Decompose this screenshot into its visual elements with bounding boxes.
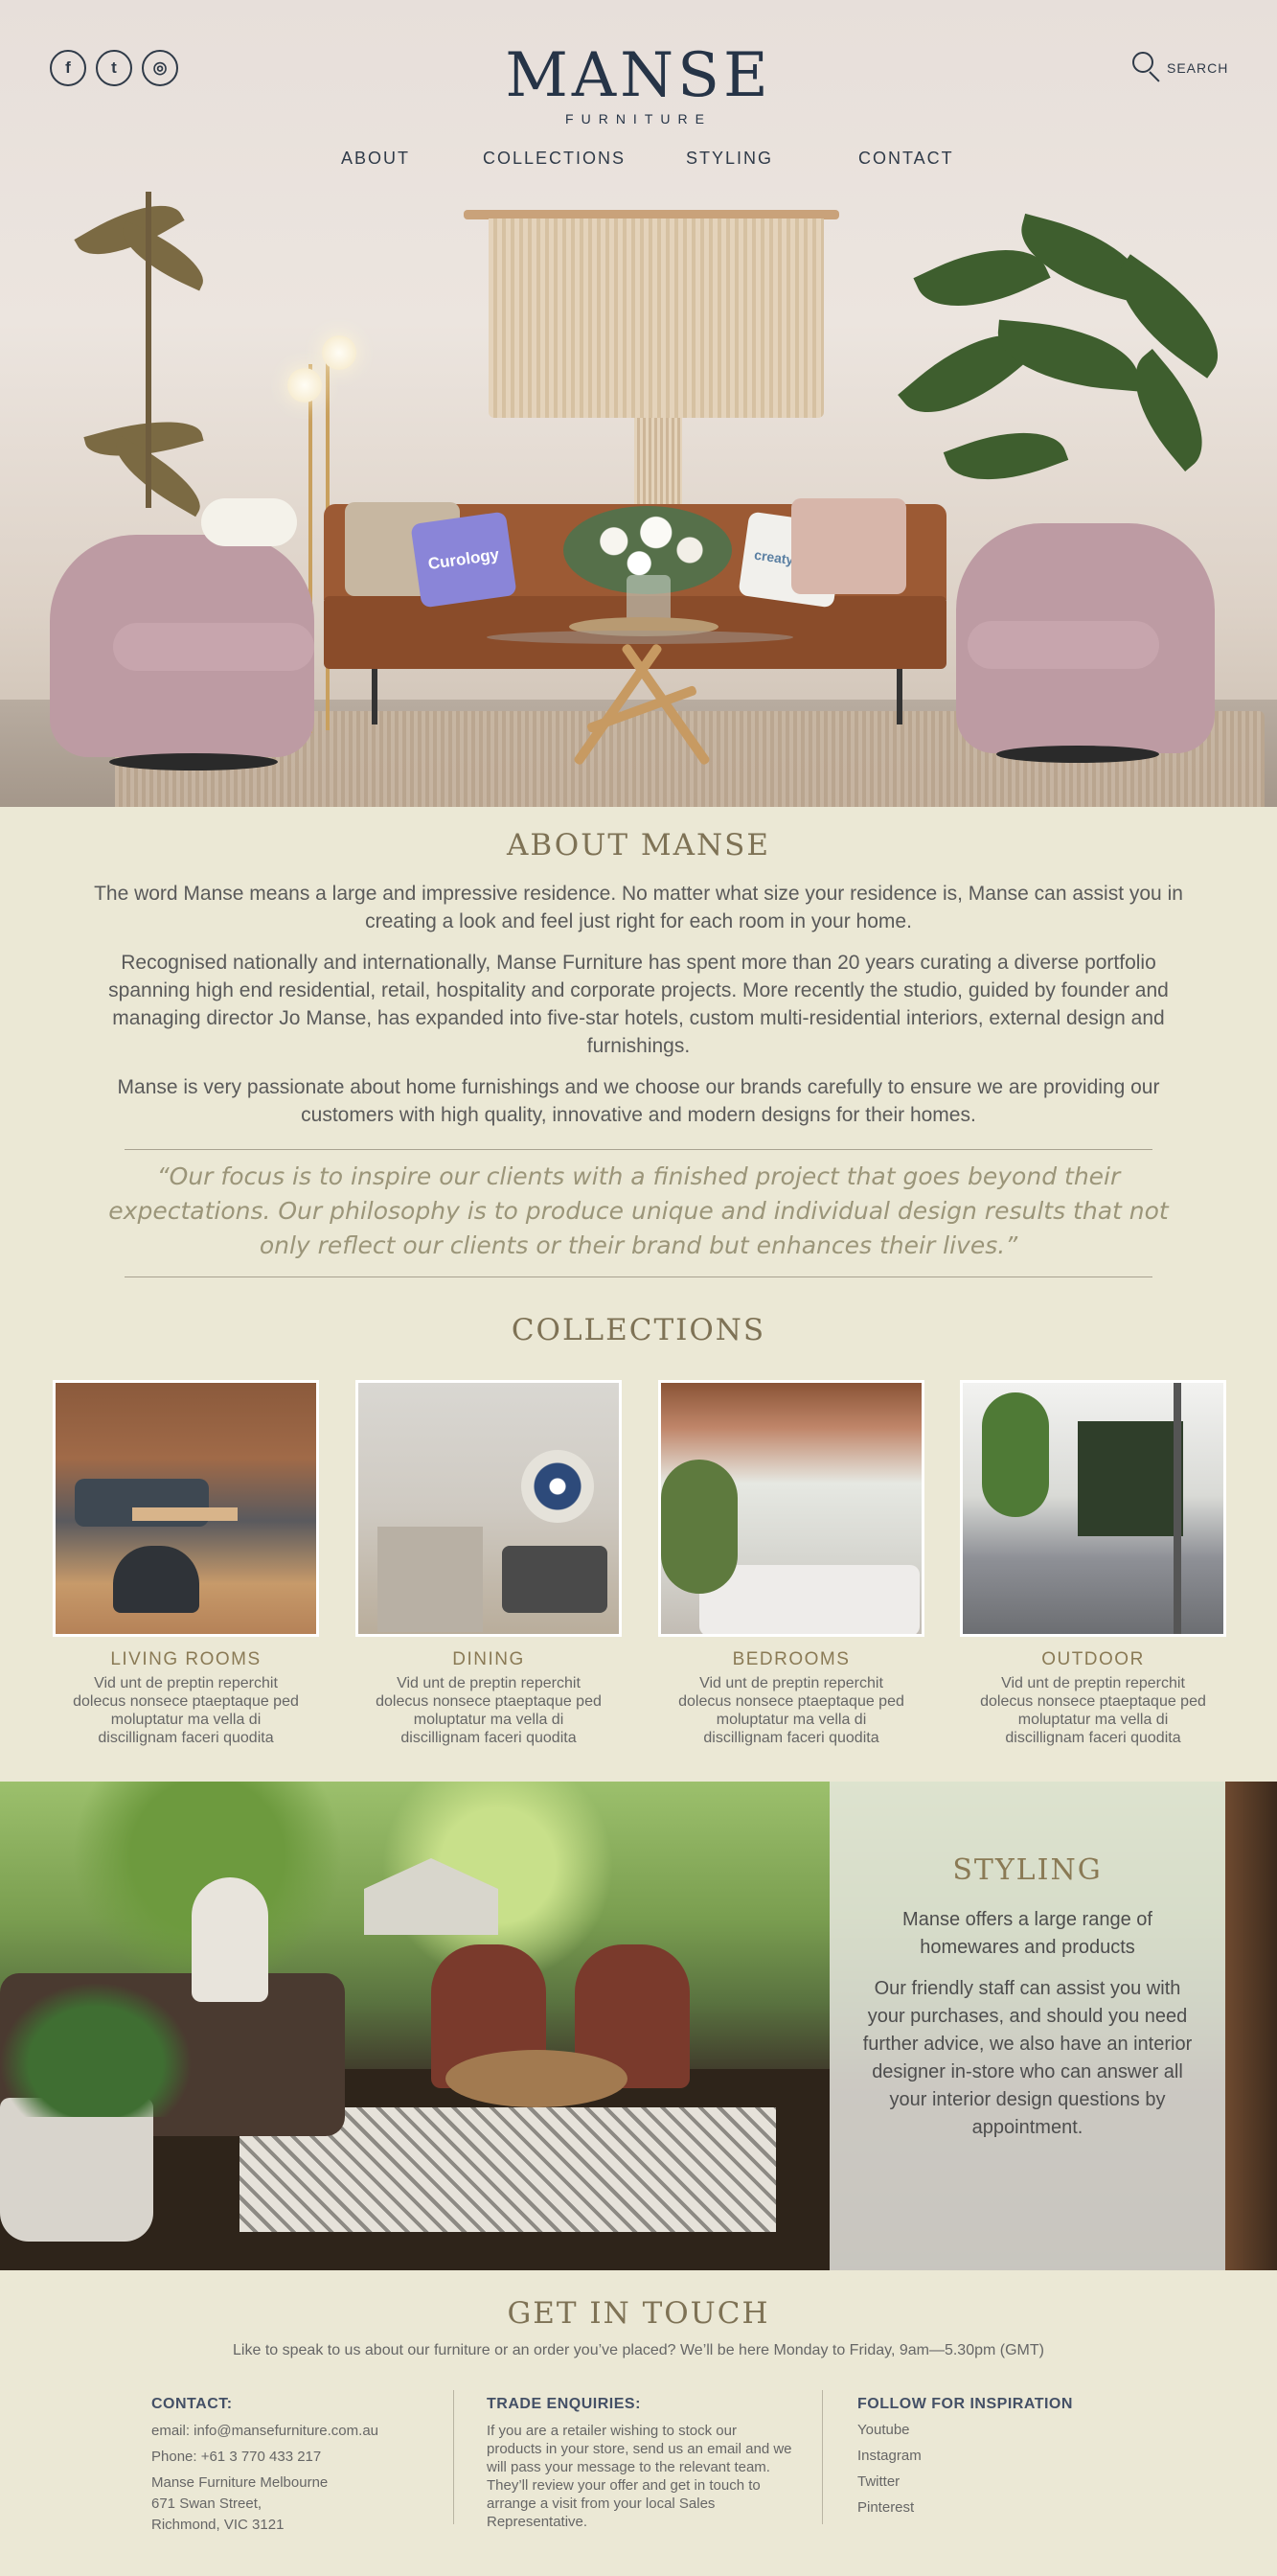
armchair-base	[109, 753, 278, 770]
flower-pot	[201, 498, 297, 546]
address-line: Manse Furniture Melbourne	[151, 2474, 329, 2491]
collection-description: Vid unt de preptin reperchit dolecus non…	[980, 1675, 1206, 1746]
main-nav: ABOUT COLLECTIONS STYLING CONTACT	[0, 149, 1277, 172]
about-paragraph: Manse is very passionate about home furn…	[117, 1076, 1160, 1126]
trade-heading: TRADE ENQUIRIES:	[487, 2396, 641, 2412]
contact-intro: Like to speak to us about our furniture …	[233, 2342, 1044, 2358]
collection-card-living: LIVING ROOMS Vid unt de preptin reperchi…	[53, 1380, 319, 1747]
bed-shape	[699, 1565, 920, 1634]
youtube-link[interactable]: Youtube	[857, 2422, 1126, 2438]
collection-title[interactable]: BEDROOMS	[658, 1649, 924, 1670]
search-label: SEARCH	[1167, 60, 1229, 76]
site-logo[interactable]: MANSE FURNITURE	[0, 44, 1277, 126]
hedge-shape	[1078, 1421, 1183, 1536]
kitchen-island-shape	[377, 1527, 483, 1632]
about-paragraph: The word Manse means a large and impress…	[94, 883, 1183, 932]
collection-description: Vid unt de preptin reperchit dolecus non…	[376, 1675, 602, 1746]
rattan-table	[445, 2050, 627, 2107]
coffee-table-shape	[132, 1507, 238, 1521]
trade-enquiries-column: TRADE ENQUIRIES: If you are a retailer w…	[487, 2396, 793, 2531]
address-line: 671 Swan Street,	[151, 2496, 262, 2512]
armchair-seat	[968, 621, 1159, 669]
nav-styling[interactable]: STYLING	[686, 149, 773, 169]
lamp-bulb	[287, 368, 322, 402]
divider	[125, 1276, 1152, 1277]
contact-email-link[interactable]: email: info@mansefurniture.com.au	[151, 2422, 439, 2440]
outdoor-image[interactable]	[960, 1380, 1226, 1637]
armchair-seat	[113, 623, 314, 671]
sofa-leg	[372, 669, 377, 724]
plant-stem	[146, 192, 151, 508]
styling-title: STYLING	[952, 1853, 1103, 1887]
about-paragraph: Recognised nationally and internationall…	[108, 952, 1169, 1057]
plant-shape	[661, 1460, 738, 1594]
macrame-tassel	[634, 418, 682, 506]
logo-subtitle: FURNITURE	[565, 111, 712, 126]
contact-heading: CONTACT:	[151, 2396, 233, 2412]
armchair-base	[996, 746, 1159, 763]
plant-leaf	[943, 413, 1069, 499]
collection-card-bedrooms: BEDROOMS Vid unt de preptin reperchit do…	[658, 1380, 924, 1747]
footer-divider	[453, 2390, 454, 2524]
nav-contact[interactable]: CONTACT	[858, 149, 954, 169]
dining-chairs-shape	[502, 1546, 607, 1613]
contact-column: CONTACT: email: info@mansefurniture.com.…	[151, 2396, 439, 2534]
instagram-link[interactable]: Instagram	[857, 2448, 1126, 2464]
contact-title: GET IN TOUCH	[507, 2296, 770, 2331]
about-title: ABOUT MANSE	[507, 828, 770, 862]
collection-title[interactable]: OUTDOOR	[960, 1649, 1226, 1670]
divider	[125, 1149, 1152, 1150]
planter-pot	[0, 2098, 153, 2242]
wall-art-shape	[521, 1450, 594, 1523]
person-shape	[192, 1877, 268, 2002]
lamp-bulb	[322, 335, 356, 370]
collection-title[interactable]: LIVING ROOMS	[53, 1649, 319, 1670]
cushion-curology: Curology	[410, 511, 517, 609]
philosophy-quote: “Our focus is to inspire our clients wit…	[108, 1162, 1169, 1259]
hero-banner: Curology creatyoskin f t ◎ MANSE FURNITU…	[0, 0, 1277, 807]
cushion	[791, 498, 906, 594]
macrame-wall-hanging	[489, 218, 824, 418]
bedroom-image[interactable]	[658, 1380, 924, 1637]
follow-heading: FOLLOW FOR INSPIRATION	[857, 2396, 1073, 2412]
footer-divider	[822, 2390, 823, 2524]
twitter-link[interactable]: Twitter	[857, 2473, 1126, 2490]
plant-leaf	[993, 319, 1143, 392]
styling-right-strip	[1225, 1782, 1277, 2270]
collection-card-outdoor: OUTDOOR Vid unt de preptin reperchit dol…	[960, 1380, 1226, 1747]
collections-title: COLLECTIONS	[511, 1313, 766, 1347]
dining-image[interactable]	[355, 1380, 622, 1637]
styling-paragraph: Our friendly staff can assist you with y…	[862, 1978, 1193, 2138]
cushion-text: Curology	[426, 544, 501, 574]
glass-coffee-table	[487, 631, 793, 644]
logo-wordmark: MANSE	[505, 40, 772, 111]
sofa-leg	[897, 669, 902, 724]
pinterest-link[interactable]: Pinterest	[857, 2499, 1126, 2516]
address-line: Richmond, VIC 3121	[151, 2517, 285, 2533]
nav-about[interactable]: ABOUT	[341, 149, 410, 169]
door-frame-shape	[1174, 1383, 1181, 1634]
planter-plant	[0, 1983, 192, 2117]
collection-title[interactable]: DINING	[355, 1649, 622, 1670]
search-button[interactable]: SEARCH	[1132, 52, 1228, 84]
trade-text: If you are a retailer wishing to stock o…	[487, 2423, 792, 2530]
collection-description: Vid unt de preptin reperchit dolecus non…	[73, 1675, 299, 1746]
styling-paragraph: Manse offers a large range of homewares …	[902, 1909, 1152, 1958]
nav-collections[interactable]: COLLECTIONS	[483, 149, 626, 169]
chair-shape	[113, 1546, 199, 1613]
search-icon	[1132, 52, 1161, 84]
collection-description: Vid unt de preptin reperchit dolecus non…	[678, 1675, 904, 1746]
tree-shape	[982, 1392, 1049, 1517]
contact-phone-link[interactable]: Phone: +61 3 770 433 217	[151, 2448, 439, 2466]
follow-column: FOLLOW FOR INSPIRATION Youtube Instagram…	[857, 2396, 1126, 2525]
collection-card-dining: DINING Vid unt de preptin reperchit dole…	[355, 1380, 622, 1747]
styling-banner: STYLING Manse offers a large range of ho…	[0, 1782, 1277, 2270]
living-room-image[interactable]	[53, 1380, 319, 1637]
